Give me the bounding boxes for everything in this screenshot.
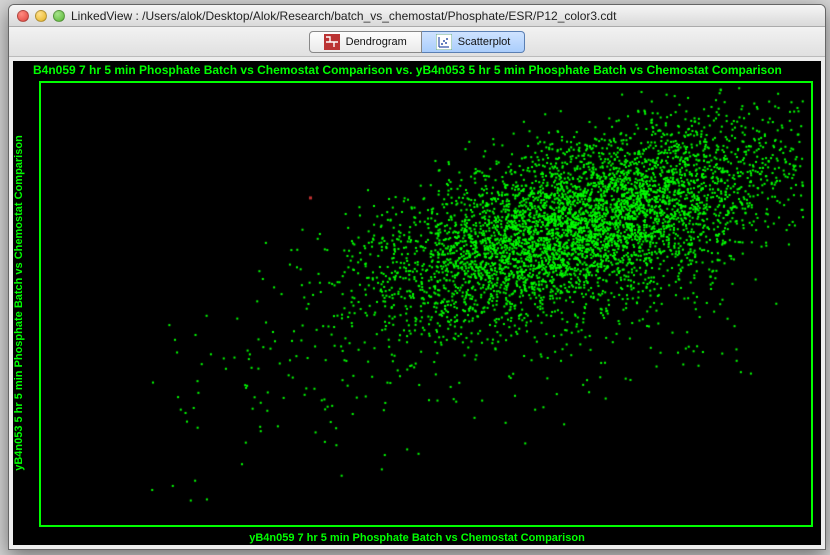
window-title: LinkedView : /Users/alok/Desktop/Alok/Re… [71,9,817,23]
window-controls [17,10,65,22]
tab-dendrogram[interactable]: Dendrogram [309,31,422,53]
scatterplot-panel: B4n059 7 hr 5 min Phosphate Batch vs Che… [13,61,821,545]
zoom-icon[interactable] [53,10,65,22]
y-axis-label: yB4n053 5 hr 5 min Phosphate Batch vs Ch… [13,68,27,538]
dendrogram-icon [324,34,340,50]
minimize-icon[interactable] [35,10,47,22]
titlebar[interactable]: LinkedView : /Users/alok/Desktop/Alok/Re… [9,5,825,27]
tab-label: Dendrogram [346,36,407,48]
chart-title: B4n059 7 hr 5 min Phosphate Batch vs Che… [33,63,817,77]
close-icon[interactable] [17,10,29,22]
scatter-canvas[interactable] [41,83,811,525]
tab-strip: Dendrogram Scatterplot [9,27,825,57]
tab-label: Scatterplot [458,36,511,48]
chart-frame[interactable] [39,81,813,527]
app-window: LinkedView : /Users/alok/Desktop/Alok/Re… [8,4,826,550]
tab-scatterplot[interactable]: Scatterplot [422,31,526,53]
x-axis-label: yB4n059 7 hr 5 min Phosphate Batch vs Ch… [13,532,821,544]
scatterplot-icon [436,34,452,50]
